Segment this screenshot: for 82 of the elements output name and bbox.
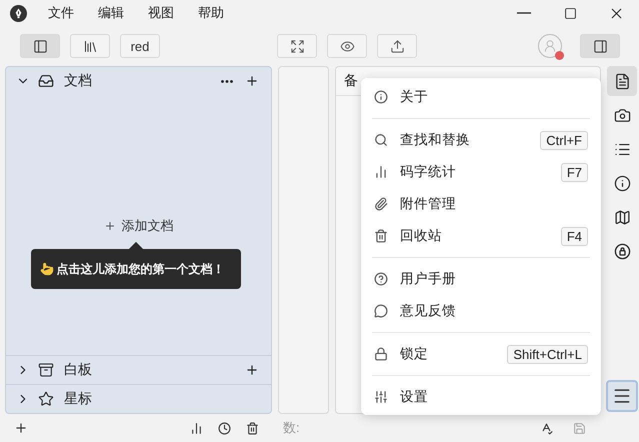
- document-icon: [614, 72, 630, 90]
- menu-option[interactable]: 回收站 F4: [361, 220, 601, 252]
- add-icon: [14, 421, 28, 435]
- option-label: 用户手册: [400, 270, 456, 288]
- menu-button[interactable]: [606, 380, 638, 412]
- menu-item[interactable]: 编辑: [95, 2, 127, 24]
- panel-icon: [592, 38, 608, 54]
- avatar-icon[interactable]: [538, 34, 562, 58]
- sidebar-toggle-button[interactable]: [20, 34, 60, 58]
- menu-option[interactable]: 码字统计 F7: [361, 156, 601, 188]
- shortcut-key: F7: [560, 162, 588, 182]
- info-icon: [614, 174, 630, 192]
- panel-toggle-button[interactable]: [580, 34, 620, 58]
- more-icon: [221, 80, 233, 82]
- bar-chart-icon: [374, 165, 388, 179]
- sidebar-section[interactable]: 文档: [6, 67, 271, 95]
- fullscreen-button[interactable]: [277, 34, 317, 58]
- menu-option[interactable]: 意见反馈: [361, 295, 601, 327]
- chat-bubble-icon: [374, 304, 388, 318]
- sidebar-icon: [32, 38, 48, 54]
- pointing-hand-icon: [40, 262, 54, 276]
- upload-icon: [390, 38, 404, 54]
- tooltip-text: 点击这儿添加您的第一个文档！: [56, 260, 224, 278]
- menu-item[interactable]: 视图: [145, 2, 177, 24]
- help-icon: [374, 272, 388, 286]
- option-label: 附件管理: [400, 195, 456, 213]
- section-title: 星标: [64, 390, 92, 408]
- editor-title: 备: [344, 72, 358, 90]
- shortcut-key: Shift+Ctrl+L: [507, 344, 588, 364]
- preview-button[interactable]: [327, 34, 367, 58]
- section-title: 白板: [64, 361, 92, 379]
- menu-option[interactable]: 用户手册: [361, 263, 601, 295]
- option-label: 码字统计: [400, 163, 456, 181]
- option-label: 查找和替换: [400, 131, 470, 149]
- inbox-icon: [38, 73, 54, 89]
- settings-icon: [374, 390, 388, 404]
- lock-icon: [374, 347, 388, 361]
- menu-option[interactable]: 附件管理: [361, 188, 601, 220]
- word-count-label: 数:: [283, 419, 300, 437]
- menu-item[interactable]: 文件: [45, 2, 77, 24]
- info-icon: [374, 90, 388, 104]
- paperclip-icon: [374, 197, 388, 211]
- option-label: 回收站: [400, 227, 442, 245]
- add-icon: [245, 74, 259, 88]
- minimize-icon: [517, 12, 531, 14]
- maximize-icon: [564, 6, 576, 20]
- map-icon: [614, 208, 630, 226]
- menu-option[interactable]: 关于: [361, 81, 601, 113]
- menu-option[interactable]: 设置: [361, 381, 601, 413]
- camera-icon: [614, 106, 630, 124]
- section-title: 文档: [64, 72, 92, 90]
- spellcheck-icon: [540, 422, 553, 434]
- search-icon: [374, 133, 388, 147]
- bar-chart-icon: [190, 422, 203, 434]
- menu-item[interactable]: 帮助: [195, 2, 227, 24]
- sidebar-section[interactable]: 星标: [6, 384, 271, 413]
- save-icon: [572, 422, 586, 434]
- option-label: 设置: [400, 388, 428, 406]
- theme-button[interactable]: red: [120, 34, 160, 58]
- document-tab[interactable]: [607, 66, 637, 96]
- menu-option[interactable]: 查找和替换 Ctrl+F: [361, 124, 601, 156]
- shortcut-key: F4: [560, 226, 588, 246]
- books-icon: [82, 38, 98, 54]
- trash-icon: [246, 422, 259, 434]
- star-icon: [38, 391, 54, 407]
- export-button[interactable]: [377, 34, 417, 58]
- add-icon: [104, 220, 116, 232]
- add-icon: [245, 363, 259, 377]
- shortcut-key: Ctrl+F: [540, 130, 588, 150]
- sidebar-section[interactable]: 白板: [6, 355, 271, 384]
- lock-icon: [614, 242, 630, 260]
- trash-icon: [374, 229, 388, 243]
- option-label: 锁定: [400, 345, 428, 363]
- option-label: 关于: [400, 88, 428, 106]
- menu-option[interactable]: 锁定 Shift+Ctrl+L: [361, 338, 601, 370]
- eye-icon: [340, 38, 354, 54]
- option-label: 意见反馈: [400, 302, 456, 320]
- expand-icon: [290, 38, 304, 54]
- clock-icon: [218, 422, 231, 434]
- app-logo: [10, 4, 27, 22]
- add-document-button[interactable]: 添加文档: [100, 215, 178, 237]
- library-button[interactable]: [70, 34, 110, 58]
